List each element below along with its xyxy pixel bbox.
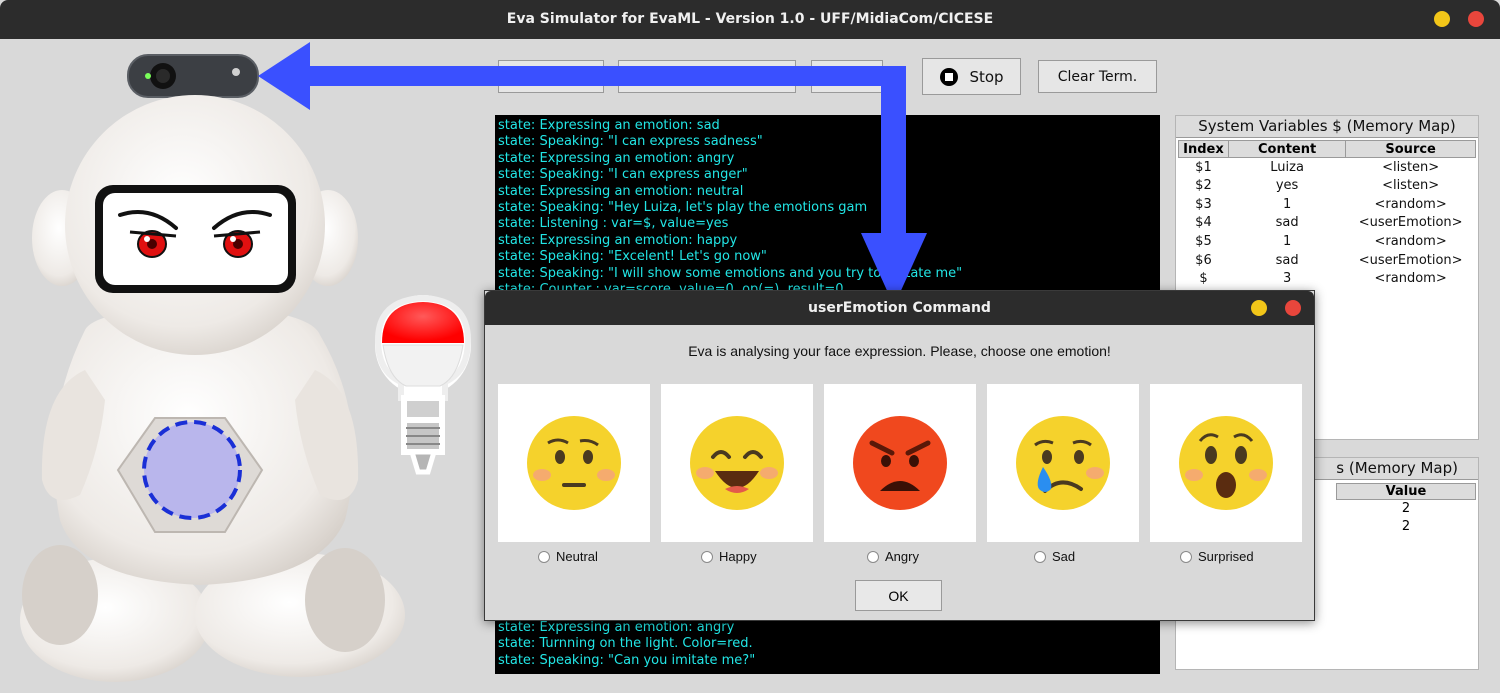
option-neutral[interactable]: Neutral <box>538 549 598 564</box>
dialog-close-button[interactable] <box>1285 300 1301 316</box>
option-label: Sad <box>1052 549 1076 564</box>
option-label: Happy <box>719 549 757 564</box>
emotion-card-happy[interactable] <box>661 384 813 542</box>
dialog-title: userEmotion Command <box>808 300 991 316</box>
dialog-message: Eva is analysing your face expression. P… <box>688 343 1111 359</box>
emotion-card-angry[interactable] <box>824 384 976 542</box>
emotion-card-sad[interactable] <box>987 384 1139 542</box>
option-label: Angry <box>885 549 919 564</box>
surprised-face-icon <box>1179 416 1273 510</box>
ok-button[interactable]: OK <box>855 580 942 611</box>
angry-face-icon <box>853 416 947 510</box>
option-label: Neutral <box>556 549 598 564</box>
happy-radio[interactable] <box>701 550 713 563</box>
surprised-radio[interactable] <box>1180 550 1192 563</box>
option-angry[interactable]: Angry <box>867 549 919 564</box>
dialog-title-bar: userEmotion Command <box>485 291 1314 325</box>
angry-radio[interactable] <box>867 550 879 563</box>
option-label: Surprised <box>1198 549 1254 564</box>
option-happy[interactable]: Happy <box>701 549 757 564</box>
sad-radio[interactable] <box>1034 550 1046 563</box>
emotion-card-neutral[interactable] <box>498 384 650 542</box>
option-sad[interactable]: Sad <box>1034 549 1075 564</box>
dialog-minimize-button[interactable] <box>1251 300 1267 316</box>
happy-face-icon <box>690 416 784 510</box>
user-emotion-dialog: userEmotion Command Eva is analysing you… <box>484 290 1315 621</box>
option-surprised[interactable]: Surprised <box>1180 549 1254 564</box>
neutral-face-icon <box>527 416 621 510</box>
sad-face-icon <box>1016 416 1110 510</box>
emotion-card-surprised[interactable] <box>1150 384 1302 542</box>
neutral-radio[interactable] <box>538 550 550 563</box>
